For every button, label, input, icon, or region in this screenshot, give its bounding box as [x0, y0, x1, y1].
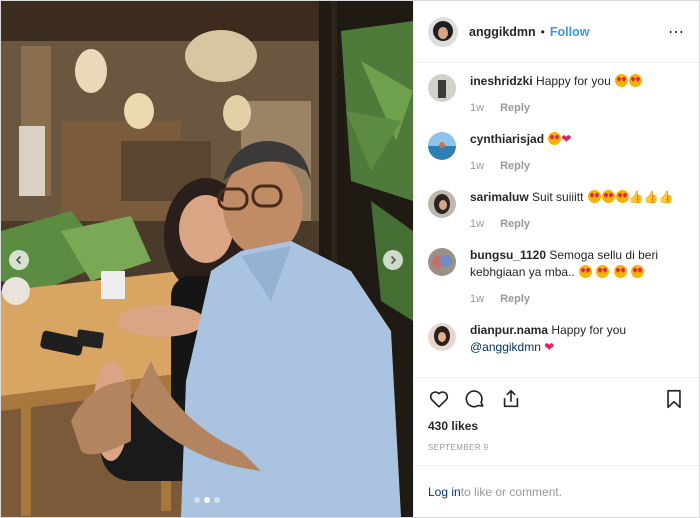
- heart-eyes-emoji-icon: [615, 74, 629, 87]
- author-avatar[interactable]: [428, 16, 458, 47]
- heart-eyes-emoji-icon: [548, 132, 562, 145]
- header-separator: •: [540, 24, 545, 39]
- comment-meta: 1w Reply: [470, 160, 685, 172]
- heart-eyes-emoji-icon: [631, 265, 645, 278]
- commenter-avatar[interactable]: [428, 190, 456, 218]
- comment-time: 1w: [470, 218, 485, 230]
- comment-text: dianpur.nama Happy for you @anggikdmn ❤: [470, 322, 685, 356]
- author-username[interactable]: anggikdmn: [469, 25, 536, 39]
- post-side-panel: anggikdmn • Follow ⋯ ineshridzki Happy f…: [413, 1, 699, 517]
- comment-time: 1w: [470, 102, 485, 114]
- carousel-next-button[interactable]: [383, 250, 403, 270]
- comment-username[interactable]: ineshridzki: [470, 74, 533, 88]
- login-prompt: Log in to like or comment.: [414, 465, 699, 517]
- likes-count[interactable]: 430 likes: [414, 419, 699, 437]
- share-button[interactable]: [500, 388, 522, 410]
- carousel-dot-active: [204, 497, 210, 503]
- comment-item: ineshridzki Happy for you 1w Reply: [428, 73, 685, 127]
- commenter-avatar[interactable]: [428, 74, 456, 102]
- heart-outline-icon: [429, 390, 449, 408]
- comment-text: ineshridzki Happy for you: [470, 73, 685, 90]
- comment-username[interactable]: sarimaluw: [470, 190, 529, 204]
- comment-text: cynthiarisjad ❤: [470, 131, 685, 148]
- chevron-right-icon: [390, 255, 397, 265]
- post-header: anggikdmn • Follow ⋯: [414, 1, 699, 63]
- comment-item: bungsu_1120 Semoga sellu di beri kebhgia…: [428, 247, 685, 318]
- commenter-avatar[interactable]: [428, 248, 456, 276]
- comment-username[interactable]: dianpur.nama: [470, 323, 548, 337]
- heart-eyes-emoji-icon: [613, 265, 627, 278]
- share-icon: [503, 389, 519, 407]
- carousel-dot: [214, 497, 220, 503]
- more-options-icon[interactable]: ⋯: [668, 22, 685, 42]
- photo-scene: [1, 1, 413, 517]
- comment-bubble-icon: [465, 389, 484, 408]
- heart-eyes-emoji-icon: [579, 265, 593, 278]
- heart-eyes-emoji-icon: [615, 190, 629, 203]
- commenter-avatar[interactable]: [428, 323, 456, 351]
- red-heart-icon: ❤: [561, 132, 572, 146]
- comments-list[interactable]: ineshridzki Happy for you 1w Reply cynth…: [414, 63, 699, 377]
- comment-item: cynthiarisjad ❤ 1w Reply: [428, 131, 685, 185]
- like-button[interactable]: [428, 388, 450, 410]
- comment-username[interactable]: cynthiarisjad: [470, 132, 544, 146]
- post-photo[interactable]: [1, 1, 413, 517]
- comment-text: bungsu_1120 Semoga sellu di beri kebhgia…: [470, 247, 685, 281]
- comment-meta: 1w Reply: [470, 102, 685, 114]
- comment-time: 1w: [470, 293, 485, 305]
- thumbs-up-icon: 👍: [658, 190, 674, 204]
- thumbs-up-icon: 👍: [643, 190, 659, 204]
- post-actions-bar: [414, 377, 699, 419]
- comment-username[interactable]: bungsu_1120: [470, 248, 546, 262]
- heart-eyes-emoji-icon: [587, 190, 601, 203]
- commenter-avatar[interactable]: [428, 132, 456, 160]
- login-prompt-text: to like or comment.: [460, 484, 563, 499]
- comment-body: Suit suiiitt: [532, 190, 584, 204]
- carousel-dot: [194, 497, 200, 503]
- chevron-left-icon: [15, 255, 22, 265]
- follow-button[interactable]: Follow: [550, 25, 590, 39]
- comment-text: sarimaluw Suit suiiitt 👍👍👍: [470, 189, 685, 206]
- thumbs-up-icon: 👍: [628, 190, 644, 204]
- carousel-indicator: [1, 497, 413, 503]
- reply-button[interactable]: Reply: [500, 102, 530, 114]
- heart-eyes-emoji-icon: [629, 74, 643, 87]
- red-heart-icon: ❤: [544, 340, 555, 354]
- heart-eyes-emoji-icon: [601, 190, 615, 203]
- comment-button[interactable]: [464, 388, 486, 410]
- comment-body: Happy for you: [536, 74, 611, 88]
- bookmark-icon: [667, 389, 681, 408]
- post-date[interactable]: SEPTEMBER 9: [414, 439, 699, 457]
- reply-button[interactable]: Reply: [500, 160, 530, 172]
- instagram-post: anggikdmn • Follow ⋯ ineshridzki Happy f…: [0, 0, 700, 518]
- comment-time: 1w: [470, 160, 485, 172]
- comment-body: Happy for you: [551, 323, 627, 337]
- comment-item: dianpur.nama Happy for you @anggikdmn ❤: [428, 322, 685, 356]
- reply-button[interactable]: Reply: [500, 293, 530, 305]
- comment-mention-link[interactable]: @anggikdmn: [470, 340, 541, 354]
- heart-eyes-emoji-icon: [596, 265, 610, 278]
- comment-meta: 1w Reply: [470, 218, 685, 230]
- comment-meta: 1w Reply: [470, 293, 685, 305]
- comment-item: sarimaluw Suit suiiitt 👍👍👍 1w Reply: [428, 189, 685, 243]
- carousel-prev-button[interactable]: [9, 250, 29, 270]
- reply-button[interactable]: Reply: [500, 218, 530, 230]
- save-button[interactable]: [663, 388, 685, 410]
- login-link[interactable]: Log in: [428, 485, 461, 499]
